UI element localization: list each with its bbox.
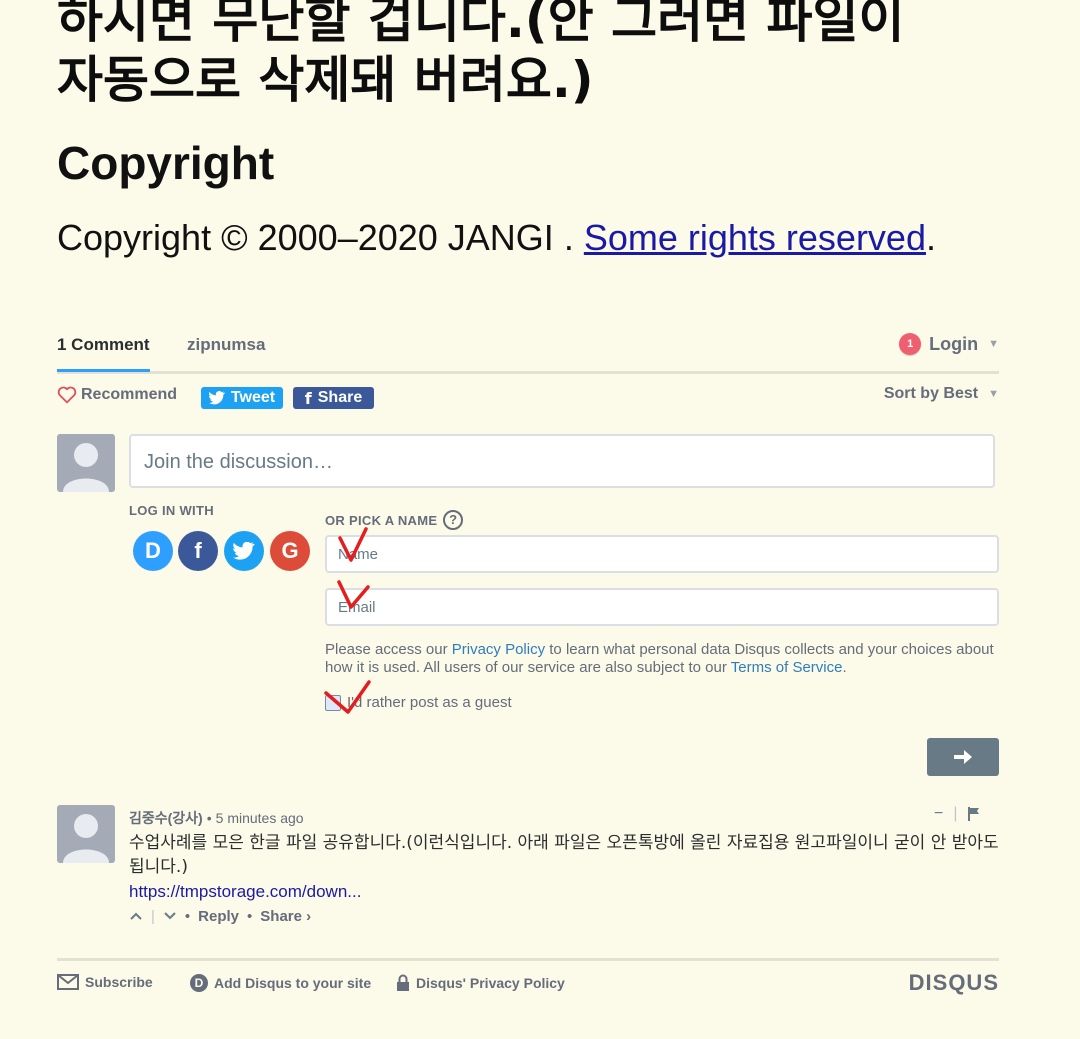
comment-header: 김중수(강사) • 5 minutes ago bbox=[129, 808, 304, 828]
recommend-button[interactable]: Recommend bbox=[57, 386, 177, 404]
downvote-icon[interactable] bbox=[163, 908, 177, 925]
twitter-login-icon[interactable] bbox=[224, 531, 264, 571]
article-heading-line2: 자동으로 삭제돼 버려요.) bbox=[57, 51, 594, 109]
disqus-footer: Subscribe D Add Disqus to your site Disq… bbox=[57, 958, 999, 1011]
sort-label[interactable]: Sort by Best bbox=[884, 385, 978, 403]
guest-checkbox[interactable] bbox=[325, 694, 341, 711]
tab-comments[interactable]: 1 Comment bbox=[57, 335, 150, 372]
pick-name-row: OR PICK A NAME ? bbox=[325, 510, 464, 530]
comment-time[interactable]: 5 minutes ago bbox=[216, 810, 304, 826]
tweet-button[interactable]: Tweet bbox=[201, 387, 283, 409]
subscribe-link[interactable]: Subscribe bbox=[57, 974, 153, 990]
disqus-d-icon: D bbox=[190, 974, 208, 992]
google-login-icon[interactable]: G bbox=[270, 531, 310, 571]
avatar bbox=[57, 434, 115, 492]
name-field[interactable]: Name bbox=[325, 535, 999, 573]
divider: | bbox=[953, 805, 958, 822]
comment-body: 수업사례를 모은 한글 파일 공유합니다.(이런식입니다. 아래 파일은 오픈톡… bbox=[129, 833, 999, 877]
article-heading-line1: 하시면 무난할 겁니다.(안 그러면 파일이 bbox=[57, 0, 905, 49]
separator-dot: • bbox=[184, 908, 191, 925]
add-disqus-label: Add Disqus to your site bbox=[214, 975, 372, 991]
disqus-privacy-link[interactable]: Disqus' Privacy Policy bbox=[396, 974, 565, 992]
policy-text-3: . bbox=[842, 659, 847, 676]
disqus-logo[interactable]: DISQUS bbox=[909, 970, 999, 996]
login-label[interactable]: Login bbox=[929, 334, 978, 355]
guest-label[interactable]: I'd rather post as a guest bbox=[347, 694, 512, 711]
twitter-bird-icon bbox=[233, 542, 255, 560]
privacy-notice: Please access our Privacy Policy to lear… bbox=[325, 641, 1005, 677]
copyright-text: Copyright © 2000–2020 JANGI . bbox=[57, 217, 584, 258]
tweet-label: Tweet bbox=[230, 389, 276, 406]
submit-button[interactable] bbox=[927, 738, 999, 776]
login-menu[interactable]: 1 Login ▼ bbox=[899, 333, 999, 355]
facebook-icon: f bbox=[304, 388, 312, 408]
facebook-glyph: f bbox=[194, 538, 202, 563]
chevron-down-icon: ▼ bbox=[988, 338, 999, 350]
comment-tools: − | bbox=[934, 805, 980, 823]
separator-dot: • bbox=[206, 810, 212, 826]
disqus-glyph: D bbox=[145, 538, 161, 563]
share-comment-button[interactable]: Share › bbox=[260, 908, 311, 925]
envelope-icon bbox=[57, 974, 79, 990]
separator-dot: • bbox=[247, 908, 253, 925]
privacy-label: Disqus' Privacy Policy bbox=[416, 975, 565, 991]
comment-author[interactable]: 김중수(강사) bbox=[129, 808, 203, 828]
user-silhouette-icon bbox=[63, 443, 109, 492]
facebook-login-icon[interactable]: f bbox=[178, 531, 218, 571]
collapse-icon[interactable]: − bbox=[934, 805, 943, 823]
lock-icon bbox=[397, 974, 409, 991]
copyright-end: . bbox=[925, 217, 936, 258]
login-with-label: LOG IN WITH bbox=[129, 503, 214, 518]
privacy-policy-link[interactable]: Privacy Policy bbox=[452, 641, 545, 658]
comment-input[interactable]: Join the discussion… bbox=[129, 434, 995, 488]
google-glyph: G bbox=[281, 538, 299, 563]
some-rights-link[interactable]: Some rights reserved bbox=[584, 217, 926, 258]
comment-actions: | • Reply • Share › bbox=[129, 908, 311, 925]
commenter-avatar[interactable] bbox=[57, 805, 115, 863]
email-field[interactable]: Email bbox=[325, 588, 999, 626]
terms-link[interactable]: Terms of Service bbox=[731, 659, 843, 676]
policy-text-1: Please access our bbox=[325, 641, 452, 658]
chevron-down-icon: ▼ bbox=[988, 388, 999, 400]
guest-option[interactable]: I'd rather post as a guest bbox=[325, 694, 512, 711]
facebook-share-button[interactable]: f Share bbox=[293, 387, 374, 409]
disqus-tab-bar: 1 Comment zipnumsa 1 Login ▼ bbox=[57, 325, 999, 374]
notification-badge[interactable]: 1 bbox=[899, 333, 922, 355]
comment-link[interactable]: https://tmpstorage.com/down... bbox=[129, 882, 361, 902]
tab-community[interactable]: zipnumsa bbox=[187, 335, 265, 355]
sort-dropdown[interactable]: Sort by Best ▼ bbox=[884, 385, 999, 403]
share-label: Share bbox=[317, 389, 363, 406]
help-icon[interactable]: ? bbox=[443, 510, 464, 530]
copyright-paragraph: Copyright © 2000–2020 JANGI . Some right… bbox=[57, 214, 937, 261]
heart-icon bbox=[57, 386, 77, 404]
reply-button[interactable]: Reply bbox=[198, 908, 239, 925]
user-silhouette-icon bbox=[63, 814, 109, 863]
arrow-right-icon bbox=[954, 750, 972, 764]
add-disqus-link[interactable]: D Add Disqus to your site bbox=[190, 974, 371, 992]
subscribe-label: Subscribe bbox=[85, 974, 153, 990]
pick-name-label: OR PICK A NAME bbox=[325, 512, 438, 528]
flag-icon[interactable] bbox=[967, 807, 980, 821]
upvote-icon[interactable] bbox=[129, 908, 143, 925]
disqus-login-icon[interactable]: D bbox=[133, 531, 173, 571]
divider: | bbox=[151, 908, 155, 925]
recommend-label: Recommend bbox=[81, 386, 178, 403]
twitter-bird-icon bbox=[208, 391, 225, 405]
copyright-heading: Copyright bbox=[57, 137, 275, 189]
